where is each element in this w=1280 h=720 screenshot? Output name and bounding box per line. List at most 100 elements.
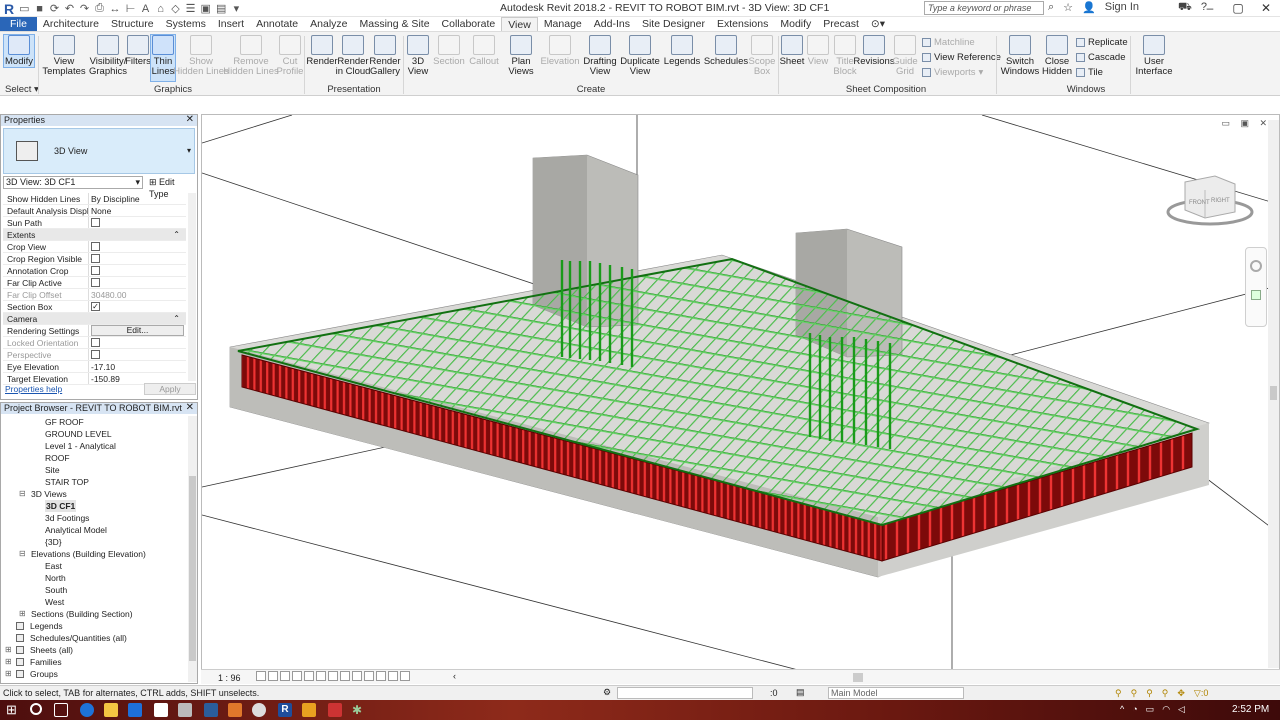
select-by-face-icon[interactable]: ⚲ <box>1162 688 1169 699</box>
drag-elements-icon[interactable]: ✥ <box>1177 688 1185 699</box>
tile-button[interactable]: Tile <box>1076 65 1128 80</box>
legends-button[interactable]: Legends <box>664 35 700 67</box>
property-checkbox[interactable] <box>91 278 100 287</box>
browser-node[interactable]: Legends <box>3 620 189 632</box>
show-crop-icon[interactable] <box>328 671 338 681</box>
tab-analyze[interactable]: Analyze <box>304 17 353 31</box>
design-option-dropdown[interactable]: Main Model <box>828 687 964 699</box>
highlight-displacement-icon[interactable] <box>388 671 398 681</box>
battery-icon[interactable]: ▭ <box>1146 704 1155 715</box>
close-icon[interactable]: ✕ <box>186 402 194 413</box>
tab-insert[interactable]: Insert <box>212 17 250 31</box>
crop-view-icon[interactable] <box>316 671 326 681</box>
redo-icon[interactable]: ↷ <box>80 2 90 15</box>
task-view-icon[interactable] <box>54 703 68 717</box>
windows-start-icon[interactable]: ⊞ <box>6 703 20 717</box>
browser-node[interactable]: 3d Footings <box>3 512 189 524</box>
measure-icon[interactable]: ↔ <box>110 3 121 15</box>
3d-view-button[interactable]: 3D View <box>406 35 430 77</box>
analytical-model-icon[interactable] <box>376 671 386 681</box>
tree-toggle-icon[interactable]: ⊟ <box>19 488 26 500</box>
revit-taskbar-icon[interactable]: R <box>278 703 292 717</box>
property-checkbox[interactable] <box>91 266 100 275</box>
sign-in-link[interactable]: Sign In <box>1105 1 1139 15</box>
revit-logo[interactable]: R <box>4 1 14 17</box>
property-value[interactable]: -17.10 <box>91 362 115 372</box>
modify-button[interactable]: Modify <box>3 34 35 68</box>
horizontal-scrollbar-thumb[interactable] <box>853 673 863 682</box>
tree-toggle-icon[interactable]: ⊞ <box>5 668 12 680</box>
render-button[interactable]: Render <box>306 35 338 67</box>
network-icon[interactable]: ◔ <box>1132 704 1137 715</box>
browser-node[interactable]: ⊞ Sheets (all) <box>3 644 189 656</box>
viewports-dropdown[interactable]: Viewports ▾ <box>922 65 1001 80</box>
tab-extensions[interactable]: Extensions <box>711 17 774 31</box>
guide-grid-button[interactable]: Guide Grid <box>892 35 918 77</box>
duplicate-view-button[interactable]: Duplicate View <box>620 35 660 77</box>
select-pinned-icon[interactable]: ⚲ <box>1146 688 1153 699</box>
show-hidden-lines-button[interactable]: Show Hidden Lines <box>173 35 229 77</box>
zoom-icon[interactable] <box>1251 290 1261 300</box>
render-in-cloud-button[interactable]: Render in Cloud <box>336 35 370 77</box>
edit-rendering-settings-button[interactable]: Edit... <box>91 325 184 336</box>
scroll-left-icon[interactable]: ‹ <box>453 671 456 681</box>
cut-profile-button[interactable]: Cut Profile <box>277 35 303 77</box>
user-icon[interactable]: 👤 <box>1082 1 1096 15</box>
browser-node[interactable]: {3D} <box>3 536 189 548</box>
cart-icon[interactable]: ⛟ <box>1178 1 1192 15</box>
tree-toggle-icon[interactable]: ⊞ <box>5 644 12 656</box>
shadows-icon[interactable] <box>292 671 302 681</box>
browser-node[interactable]: Schedules/Quantities (all) <box>3 632 189 644</box>
tab-systems[interactable]: Systems <box>160 17 212 31</box>
ribbon-options-icon[interactable]: ⊙▾ <box>865 17 891 31</box>
star-icon[interactable]: ☆ <box>1063 1 1073 15</box>
tree-toggle-icon[interactable]: ⊞ <box>19 608 26 620</box>
sheet-button[interactable]: Sheet <box>780 35 804 67</box>
powerpoint-icon[interactable] <box>228 703 242 717</box>
browser-node[interactable]: ⊟ Elevations (Building Elevation) <box>3 548 189 560</box>
browser-node[interactable]: Level 1 - Analytical <box>3 440 189 452</box>
cascade-button[interactable]: Cascade <box>1076 50 1128 65</box>
tab-massing-site[interactable]: Massing & Site <box>354 17 436 31</box>
search-input[interactable]: Type a keyword or phrase <box>924 1 1044 15</box>
app-icon[interactable] <box>178 703 192 717</box>
acrobat-icon[interactable] <box>328 703 342 717</box>
detail-level-icon[interactable] <box>256 671 266 681</box>
navigation-bar[interactable] <box>1245 247 1267 327</box>
tab-add-ins[interactable]: Add-Ins <box>588 17 636 31</box>
browser-node[interactable]: South <box>3 584 189 596</box>
wifi-icon[interactable]: ◠ <box>1162 704 1170 715</box>
chrome-icon[interactable] <box>252 703 266 717</box>
visual-style-icon[interactable] <box>268 671 278 681</box>
property-value[interactable]: By Discipline <box>91 194 140 204</box>
property-checkbox[interactable] <box>91 350 100 359</box>
property-checkbox[interactable] <box>91 338 100 347</box>
reveal-constraints-icon[interactable] <box>400 671 410 681</box>
minimize-button[interactable]: – <box>1196 0 1224 17</box>
text-icon[interactable]: A <box>141 3 151 15</box>
properties-scrollbar[interactable] <box>188 193 196 381</box>
gear-icon[interactable]: ✱ <box>352 703 366 717</box>
tab-modify[interactable]: Modify <box>774 17 817 31</box>
replicate-button[interactable]: Replicate <box>1076 35 1128 50</box>
maximize-button[interactable]: ▢ <box>1224 0 1252 17</box>
switch-windows-icon[interactable]: ▤ <box>216 2 226 15</box>
property-value[interactable]: 30480.00 <box>91 290 126 300</box>
view-templates-button[interactable]: View Templates <box>42 35 86 77</box>
notepad-icon[interactable] <box>154 703 168 717</box>
apply-button[interactable]: Apply <box>144 383 196 395</box>
tab-precast[interactable]: Precast <box>817 17 865 31</box>
tab-manage[interactable]: Manage <box>538 17 588 31</box>
type-selector[interactable]: 3D View ▾ <box>3 128 195 174</box>
tab-collaborate[interactable]: Collaborate <box>436 17 502 31</box>
viewport-vertical-scrollbar[interactable] <box>1268 120 1279 668</box>
viewcube-front-label[interactable]: FRONT <box>1189 200 1210 206</box>
filters-button[interactable]: Filters <box>125 35 151 67</box>
browser-node[interactable]: West <box>3 596 189 608</box>
user-interface-button[interactable]: User Interface <box>1136 35 1172 77</box>
property-checkbox[interactable]: ✓ <box>91 302 100 311</box>
select-underlay-icon[interactable]: ⚲ <box>1131 688 1138 699</box>
show-hidden-icons[interactable]: ^ <box>1120 704 1124 715</box>
tab-annotate[interactable]: Annotate <box>250 17 304 31</box>
callout-button[interactable]: Callout <box>469 35 499 67</box>
